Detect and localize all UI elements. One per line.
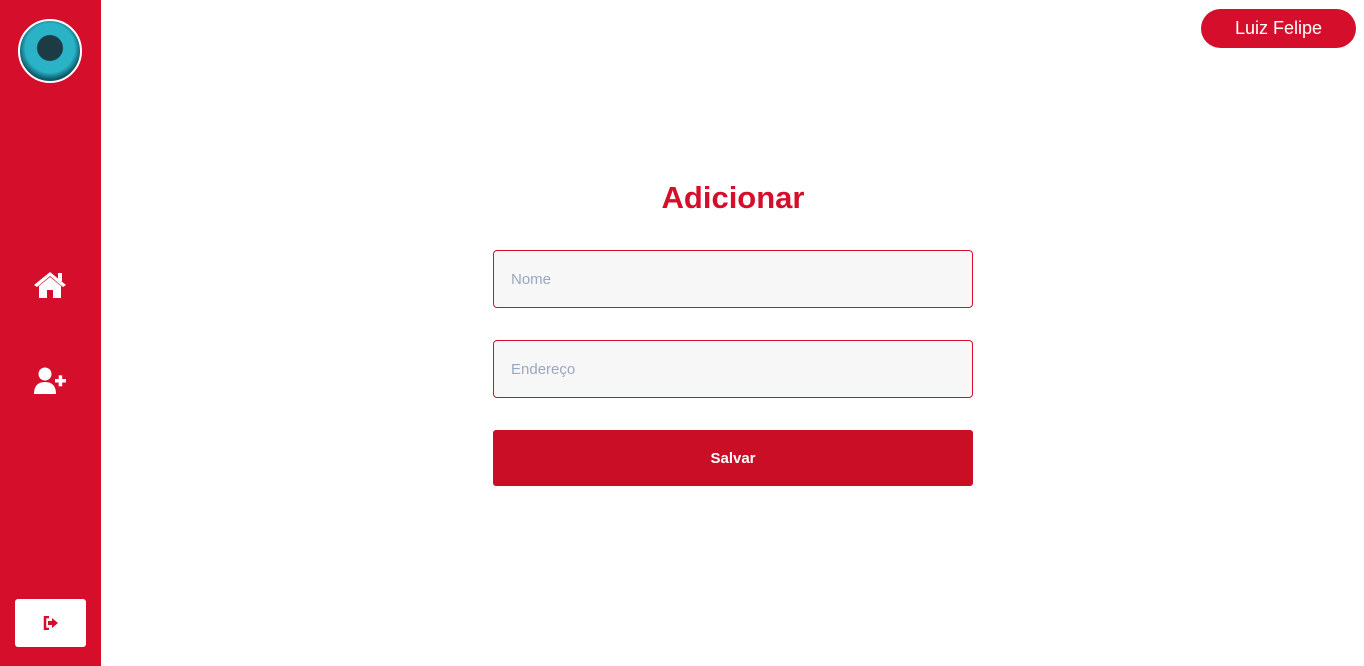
page-title: Adicionar [661, 180, 805, 215]
sidebar [0, 0, 101, 666]
logout-icon [43, 616, 58, 630]
logout-button[interactable] [15, 599, 86, 647]
user-plus-icon[interactable] [33, 366, 67, 396]
avatar[interactable] [18, 19, 82, 83]
home-icon[interactable] [33, 270, 67, 300]
user-menu-button[interactable]: Luiz Felipe [1201, 9, 1356, 48]
save-button[interactable]: Salvar [493, 430, 973, 486]
address-input[interactable] [493, 340, 973, 398]
name-input[interactable] [493, 250, 973, 308]
